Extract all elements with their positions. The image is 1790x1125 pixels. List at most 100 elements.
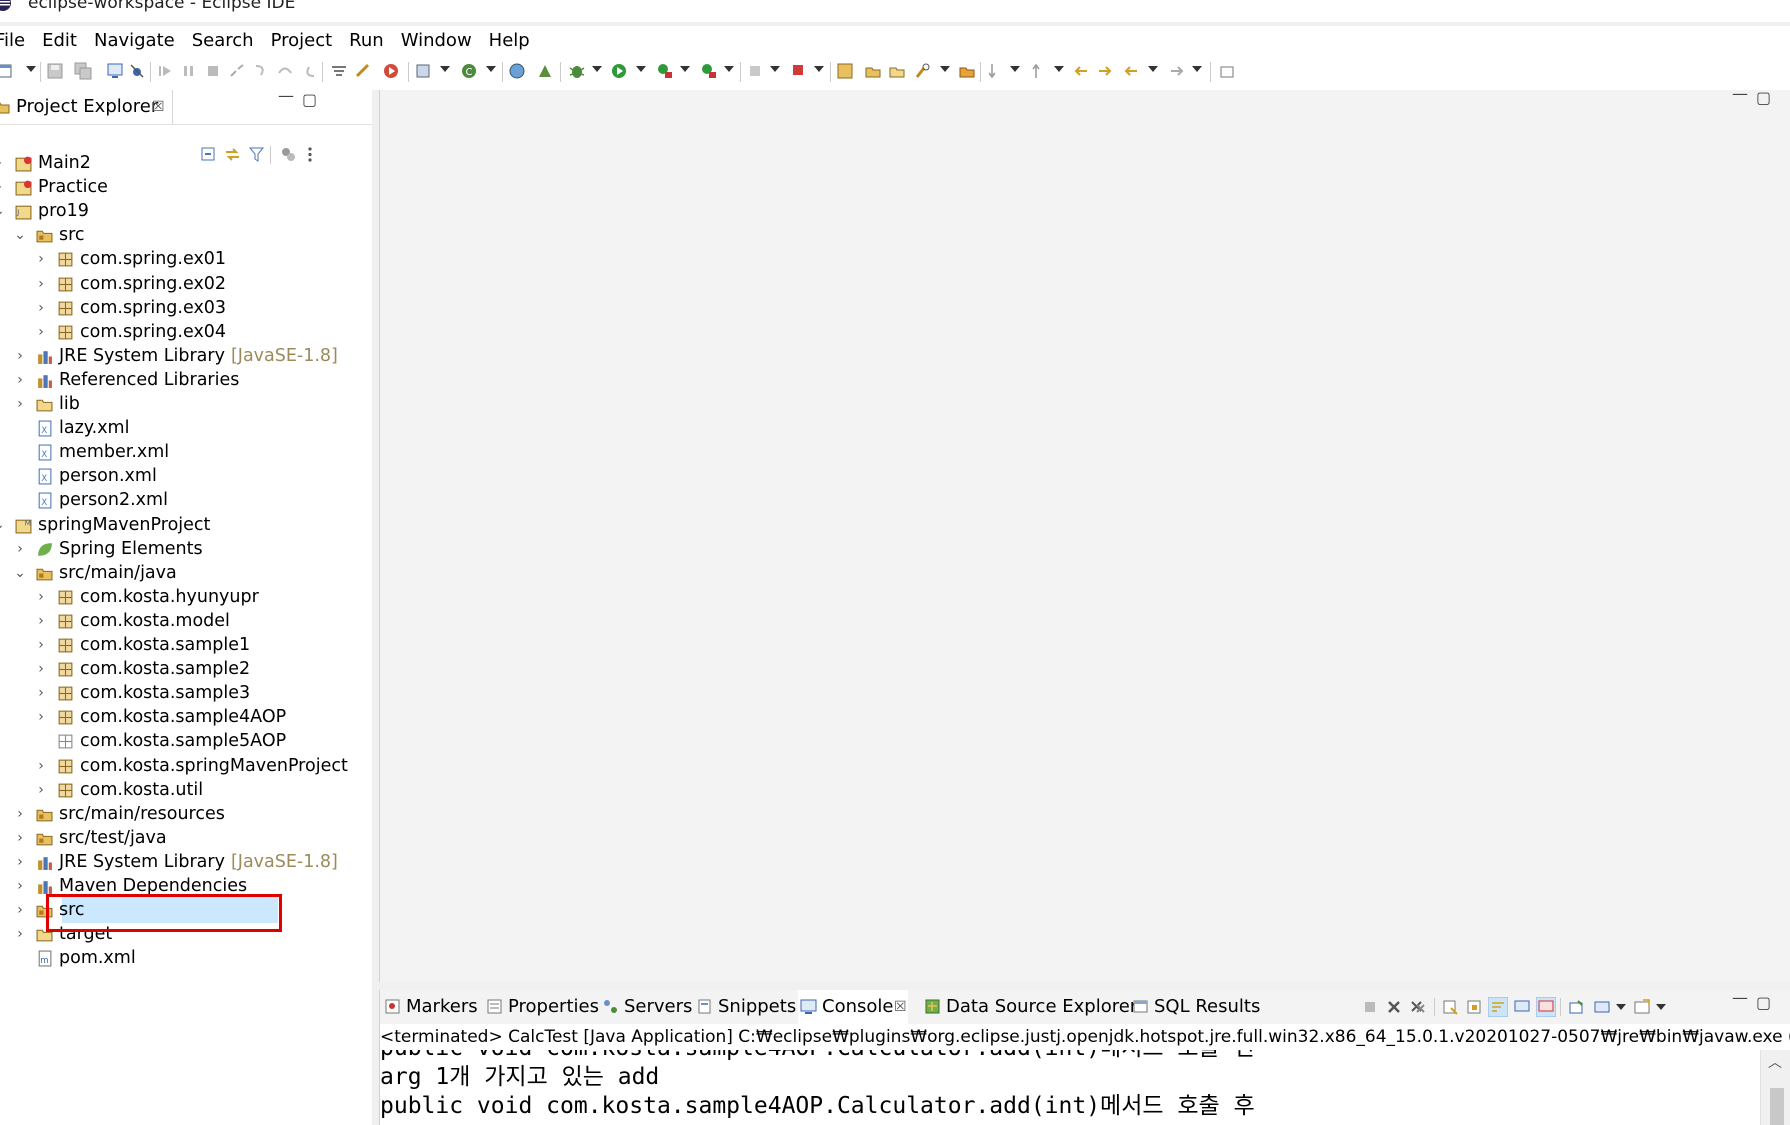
chevron-right-icon[interactable]: › [13, 825, 27, 852]
chevron-right-icon[interactable]: › [34, 704, 48, 731]
chevron-right-icon[interactable]: › [34, 584, 48, 611]
disconnect-icon[interactable] [228, 62, 246, 80]
tree-item[interactable]: › com.kosta.sample1 [0, 632, 372, 659]
tree-item[interactable]: › JRE System Library [JavaSE-1.8] [0, 849, 372, 876]
chevron-right-icon[interactable]: › [34, 608, 48, 635]
menu-run[interactable]: Run [349, 30, 384, 51]
external-tools-icon[interactable] [536, 62, 554, 80]
profile-dropdown-icon[interactable] [724, 66, 734, 72]
back-icon[interactable] [1122, 62, 1140, 80]
next-annotation-icon[interactable] [986, 62, 1004, 80]
show-console-on-stdout-icon[interactable] [1512, 997, 1532, 1017]
pin-editor-icon[interactable] [1218, 62, 1236, 80]
new-dropdown-icon[interactable] [26, 66, 36, 72]
tree-item[interactable]: › src/test/java [0, 825, 372, 852]
tree-item[interactable]: › com.kosta.util [0, 777, 372, 804]
tree-item[interactable]: › com.spring.ex04 [0, 319, 372, 346]
menu-file[interactable]: File [0, 30, 25, 51]
new-java-dropdown-icon[interactable] [486, 66, 496, 72]
chevron-right-icon[interactable]: › [34, 271, 48, 298]
tree-item[interactable]: › Main2 [0, 150, 372, 177]
chevron-right-icon[interactable]: › [34, 295, 48, 322]
coverage-dropdown-icon[interactable] [680, 66, 690, 72]
search-icon[interactable] [914, 62, 932, 80]
run-last-icon[interactable] [382, 62, 400, 80]
remove-launch-icon[interactable] [1386, 999, 1402, 1015]
external-run-icon[interactable] [790, 62, 808, 80]
tree-item[interactable]: ⌄ src/main/java [0, 560, 372, 587]
chevron-down-icon[interactable] [1616, 1004, 1626, 1010]
word-wrap-icon[interactable] [1488, 997, 1508, 1017]
chevron-right-icon[interactable]: › [13, 343, 27, 370]
tree-item[interactable]: ⌄ Jpro19 [0, 198, 372, 225]
chevron-down-icon[interactable]: ⌄ [0, 512, 6, 539]
new-java-class-icon[interactable]: C [460, 62, 478, 80]
tab-project-explorer[interactable]: Project Explorer ☒ [0, 90, 173, 124]
tree-item[interactable]: › com.kosta.springMavenProject [0, 753, 372, 780]
last-edit-location-icon[interactable] [1072, 62, 1090, 80]
tree-item[interactable]: Xperson.xml [0, 463, 372, 490]
tree-item[interactable]: › com.kosta.sample2 [0, 656, 372, 683]
show-console-on-stderr-icon[interactable] [1536, 997, 1556, 1017]
console-output[interactable]: public void com.kosta.sample4AOP.Calcula… [380, 1050, 1760, 1125]
tree-item[interactable]: com.kosta.sample5AOP [0, 728, 372, 755]
chevron-down-icon[interactable] [1656, 1004, 1666, 1010]
chevron-right-icon[interactable]: › [13, 391, 27, 418]
menu-edit[interactable]: Edit [42, 30, 77, 51]
chevron-right-icon[interactable]: › [34, 246, 48, 273]
coverage-icon[interactable] [656, 62, 674, 80]
chevron-right-icon[interactable]: › [34, 753, 48, 780]
chevron-right-icon[interactable]: › [34, 319, 48, 346]
external-run-dropdown-icon[interactable] [814, 66, 824, 72]
maximize-icon[interactable]: ▢ [302, 92, 317, 108]
clear-console-icon[interactable] [1442, 999, 1458, 1015]
tree-item[interactable]: › com.kosta.sample3 [0, 680, 372, 707]
stop-server-icon[interactable] [746, 62, 764, 80]
close-icon[interactable]: ☒ [152, 90, 165, 124]
chevron-down-icon[interactable]: ⌄ [13, 222, 27, 249]
open-type-icon[interactable] [836, 62, 854, 80]
step-into-icon[interactable] [252, 62, 270, 80]
search-dropdown-icon[interactable] [940, 66, 950, 72]
chevron-up-icon[interactable]: ︿ [1768, 1052, 1782, 1072]
maximize-icon[interactable]: ▢ [1756, 90, 1771, 106]
forward-edit-icon[interactable] [1096, 62, 1114, 80]
open-resource-icon[interactable] [888, 62, 906, 80]
tree-item[interactable]: ⌄ src [0, 222, 372, 249]
profile-icon[interactable] [700, 62, 718, 80]
tree-item[interactable]: Xperson2.xml [0, 487, 372, 514]
open-web-browser-icon[interactable] [508, 62, 526, 80]
new-wizard-icon[interactable] [0, 62, 14, 80]
tree-item[interactable]: › JRE System Library [JavaSE-1.8] [0, 343, 372, 370]
forward-icon[interactable] [1168, 62, 1186, 80]
previous-annotation-dropdown-icon[interactable] [1054, 66, 1064, 72]
chevron-right-icon[interactable]: › [13, 367, 27, 394]
chevron-right-icon[interactable]: › [0, 174, 6, 201]
menu-help[interactable]: Help [489, 30, 530, 51]
step-return-icon[interactable] [300, 62, 318, 80]
debug-dropdown-icon[interactable] [592, 66, 602, 72]
tree-item[interactable]: m pom.xml [0, 945, 372, 972]
chevron-right-icon[interactable]: › [34, 680, 48, 707]
tab-sql-results[interactable]: SQL Results [1132, 990, 1262, 1024]
save-all-icon[interactable] [74, 62, 92, 80]
menu-navigate[interactable]: Navigate [94, 30, 175, 51]
open-task-icon[interactable] [864, 62, 882, 80]
step-over-icon[interactable] [276, 62, 294, 80]
chevron-right-icon[interactable]: › [13, 897, 27, 924]
tree-item[interactable]: › Spring Elements [0, 536, 372, 563]
run-icon[interactable] [610, 62, 628, 80]
open-folder-icon[interactable] [958, 62, 976, 80]
minimize-icon[interactable]: — [278, 88, 294, 104]
tree-item[interactable]: › Practice [0, 174, 372, 201]
chevron-right-icon[interactable]: › [13, 921, 27, 948]
run-dropdown-icon[interactable] [636, 66, 646, 72]
tab-markers[interactable]: Markers [384, 990, 484, 1024]
tab-snippets[interactable]: Snippets [696, 990, 796, 1024]
tree-item[interactable]: › com.spring.ex02 [0, 271, 372, 298]
chevron-right-icon[interactable]: › [34, 777, 48, 804]
remove-all-terminated-icon[interactable] [1410, 999, 1426, 1015]
pin-console-icon[interactable] [1568, 999, 1584, 1015]
terminate-icon[interactable] [204, 62, 222, 80]
tree-item[interactable]: Xlazy.xml [0, 415, 372, 442]
